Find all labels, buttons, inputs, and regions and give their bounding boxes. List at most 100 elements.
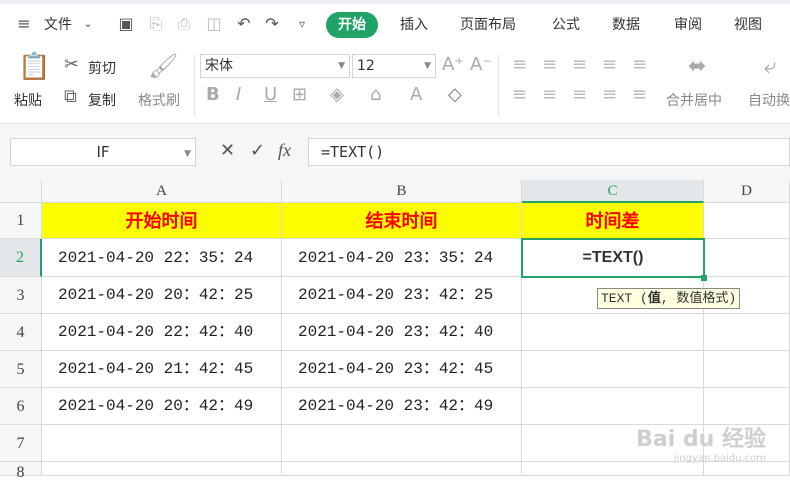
column-header-c[interactable]: C xyxy=(522,180,704,203)
highlight-icon[interactable]: ⌂ xyxy=(370,84,381,105)
cell-c1[interactable]: 时间差 xyxy=(522,203,704,239)
wrap-text-button[interactable]: 自动换 xyxy=(748,90,790,110)
cell-d4[interactable] xyxy=(704,314,790,351)
top-border xyxy=(0,0,790,4)
redo-icon[interactable]: ↷ xyxy=(262,14,282,34)
tab-home[interactable]: 开始 xyxy=(326,12,378,38)
bold-icon[interactable]: B xyxy=(206,84,220,105)
distributed-icon[interactable]: ≡ xyxy=(632,84,647,105)
print-icon[interactable]: ⎙ xyxy=(174,14,194,34)
cell-b5[interactable]: 2021-04-20 23：42：45 xyxy=(282,351,522,388)
scissors-icon[interactable]: ✂ xyxy=(64,54,79,75)
merge-center-icon[interactable]: ⬌ xyxy=(688,54,706,79)
cell-a8[interactable] xyxy=(42,462,282,476)
cell-a7[interactable] xyxy=(42,425,282,462)
insert-function-icon[interactable]: fx xyxy=(278,140,291,161)
align-center-icon[interactable]: ≡ xyxy=(542,84,557,105)
cell-d6[interactable] xyxy=(704,388,790,425)
decrease-font-icon[interactable]: A⁻ xyxy=(470,54,492,75)
cell-d8[interactable] xyxy=(704,462,790,476)
row-header-8[interactable]: 8 xyxy=(0,462,42,481)
underline-icon[interactable]: U xyxy=(264,84,277,105)
save-icon[interactable]: ▣ xyxy=(116,14,136,34)
chevron-down-icon[interactable]: ⌄ xyxy=(78,14,98,34)
cell-b7[interactable] xyxy=(282,425,522,462)
cell-d1[interactable] xyxy=(704,203,790,239)
paste-button[interactable]: 粘贴 xyxy=(14,90,42,110)
cell-c4[interactable] xyxy=(522,314,704,351)
format-painter-icon[interactable]: 🖌 xyxy=(148,52,178,80)
row-header-5[interactable]: 5 xyxy=(0,351,42,388)
column-header-a[interactable]: A xyxy=(42,180,282,203)
cell-c6[interactable] xyxy=(522,388,704,425)
tab-view[interactable]: 视图 xyxy=(734,12,762,38)
font-size-select[interactable]: 12 ▼ xyxy=(352,54,436,78)
cell-a4[interactable]: 2021-04-20 22：42：40 xyxy=(42,314,282,351)
cell-b4[interactable]: 2021-04-20 23：42：40 xyxy=(282,314,522,351)
increase-font-icon[interactable]: A⁺ xyxy=(442,54,464,75)
align-left-icon[interactable]: ≡ xyxy=(512,84,527,105)
border-icon[interactable]: ⊞ xyxy=(292,84,307,105)
cell-a1[interactable]: 开始时间 xyxy=(42,203,282,239)
file-menu[interactable]: 文件 xyxy=(44,12,72,38)
customize-toolbar-icon[interactable]: ▿ xyxy=(292,14,312,34)
justify-icon[interactable]: ≡ xyxy=(602,84,617,105)
tab-review[interactable]: 审阅 xyxy=(674,12,702,38)
ribbon: 📋 粘贴 ✂ 剪切 ⧉ 复制 🖌 格式刷 宋体 ▼ 12 ▼ A⁺ A⁻ B I… xyxy=(0,46,790,124)
paste-icon[interactable]: 📋 xyxy=(18,52,50,82)
row-header-3[interactable]: 3 xyxy=(0,277,42,314)
align-right-icon[interactable]: ≡ xyxy=(572,84,587,105)
column-header-d[interactable]: D xyxy=(704,180,790,203)
cell-b8[interactable] xyxy=(282,462,522,476)
cell-d5[interactable] xyxy=(704,351,790,388)
export-icon[interactable]: ⎘ xyxy=(146,14,166,34)
tab-data[interactable]: 数据 xyxy=(612,12,640,38)
align-bottom-icon[interactable]: ≡ xyxy=(572,54,587,75)
cell-c5[interactable] xyxy=(522,351,704,388)
active-cell-c2[interactable]: =TEXT() xyxy=(521,238,705,278)
formula-input[interactable]: =TEXT() xyxy=(308,138,790,166)
cancel-icon[interactable]: ✕ xyxy=(220,140,235,161)
cell-d2[interactable] xyxy=(704,239,790,277)
merge-center-button[interactable]: 合并居中 xyxy=(666,90,722,110)
tab-page-layout[interactable]: 页面布局 xyxy=(460,12,516,38)
tab-insert[interactable]: 插入 xyxy=(400,12,428,38)
cell-b1[interactable]: 结束时间 xyxy=(282,203,522,239)
cell-b3[interactable]: 2021-04-20 23：42：25 xyxy=(282,277,522,314)
row-header-4[interactable]: 4 xyxy=(0,314,42,351)
column-header-b[interactable]: B xyxy=(282,180,522,203)
row-header-2[interactable]: 2 xyxy=(0,239,42,277)
cell-c8[interactable] xyxy=(522,462,704,476)
name-box[interactable]: IF ▼ xyxy=(10,138,196,166)
confirm-icon[interactable]: ✓ xyxy=(250,140,265,161)
fill-handle[interactable] xyxy=(701,275,707,281)
tab-formulas[interactable]: 公式 xyxy=(552,12,580,38)
italic-icon[interactable]: I xyxy=(236,84,241,105)
cell-b2[interactable]: 2021-04-20 23：35：24 xyxy=(282,239,522,277)
print-preview-icon[interactable]: ◫ xyxy=(204,14,224,34)
font-name-select[interactable]: 宋体 ▼ xyxy=(200,54,350,78)
eraser-icon[interactable]: ◇ xyxy=(448,84,462,105)
copy-icon[interactable]: ⧉ xyxy=(64,86,77,107)
fill-color-icon[interactable]: ◈ xyxy=(330,84,344,105)
align-top-icon[interactable]: ≡ xyxy=(512,54,527,75)
copy-button[interactable]: 复制 xyxy=(88,90,116,110)
cell-a6[interactable]: 2021-04-20 20：42：49 xyxy=(42,388,282,425)
wrap-text-icon[interactable]: ⤶ xyxy=(764,54,776,79)
cell-b6[interactable]: 2021-04-20 23：42：49 xyxy=(282,388,522,425)
format-painter-button[interactable]: 格式刷 xyxy=(138,90,180,110)
row-header-6[interactable]: 6 xyxy=(0,388,42,425)
text-direction-icon[interactable]: ≡ xyxy=(602,54,617,75)
row-header-7[interactable]: 7 xyxy=(0,425,42,462)
cell-a5[interactable]: 2021-04-20 21：42：45 xyxy=(42,351,282,388)
cut-button[interactable]: 剪切 xyxy=(88,58,116,78)
undo-icon[interactable]: ↶ xyxy=(234,14,254,34)
row-header-1[interactable]: 1 xyxy=(0,203,42,239)
font-color-icon[interactable]: A xyxy=(410,84,422,105)
indent-icon[interactable]: ≡ xyxy=(632,54,647,75)
hamburger-menu-icon[interactable]: ≡ xyxy=(14,14,34,34)
cell-a3[interactable]: 2021-04-20 20：42：25 xyxy=(42,277,282,314)
select-all-corner[interactable] xyxy=(0,180,42,203)
cell-a2[interactable]: 2021-04-20 22：35：24 xyxy=(42,239,282,277)
align-middle-icon[interactable]: ≡ xyxy=(542,54,557,75)
